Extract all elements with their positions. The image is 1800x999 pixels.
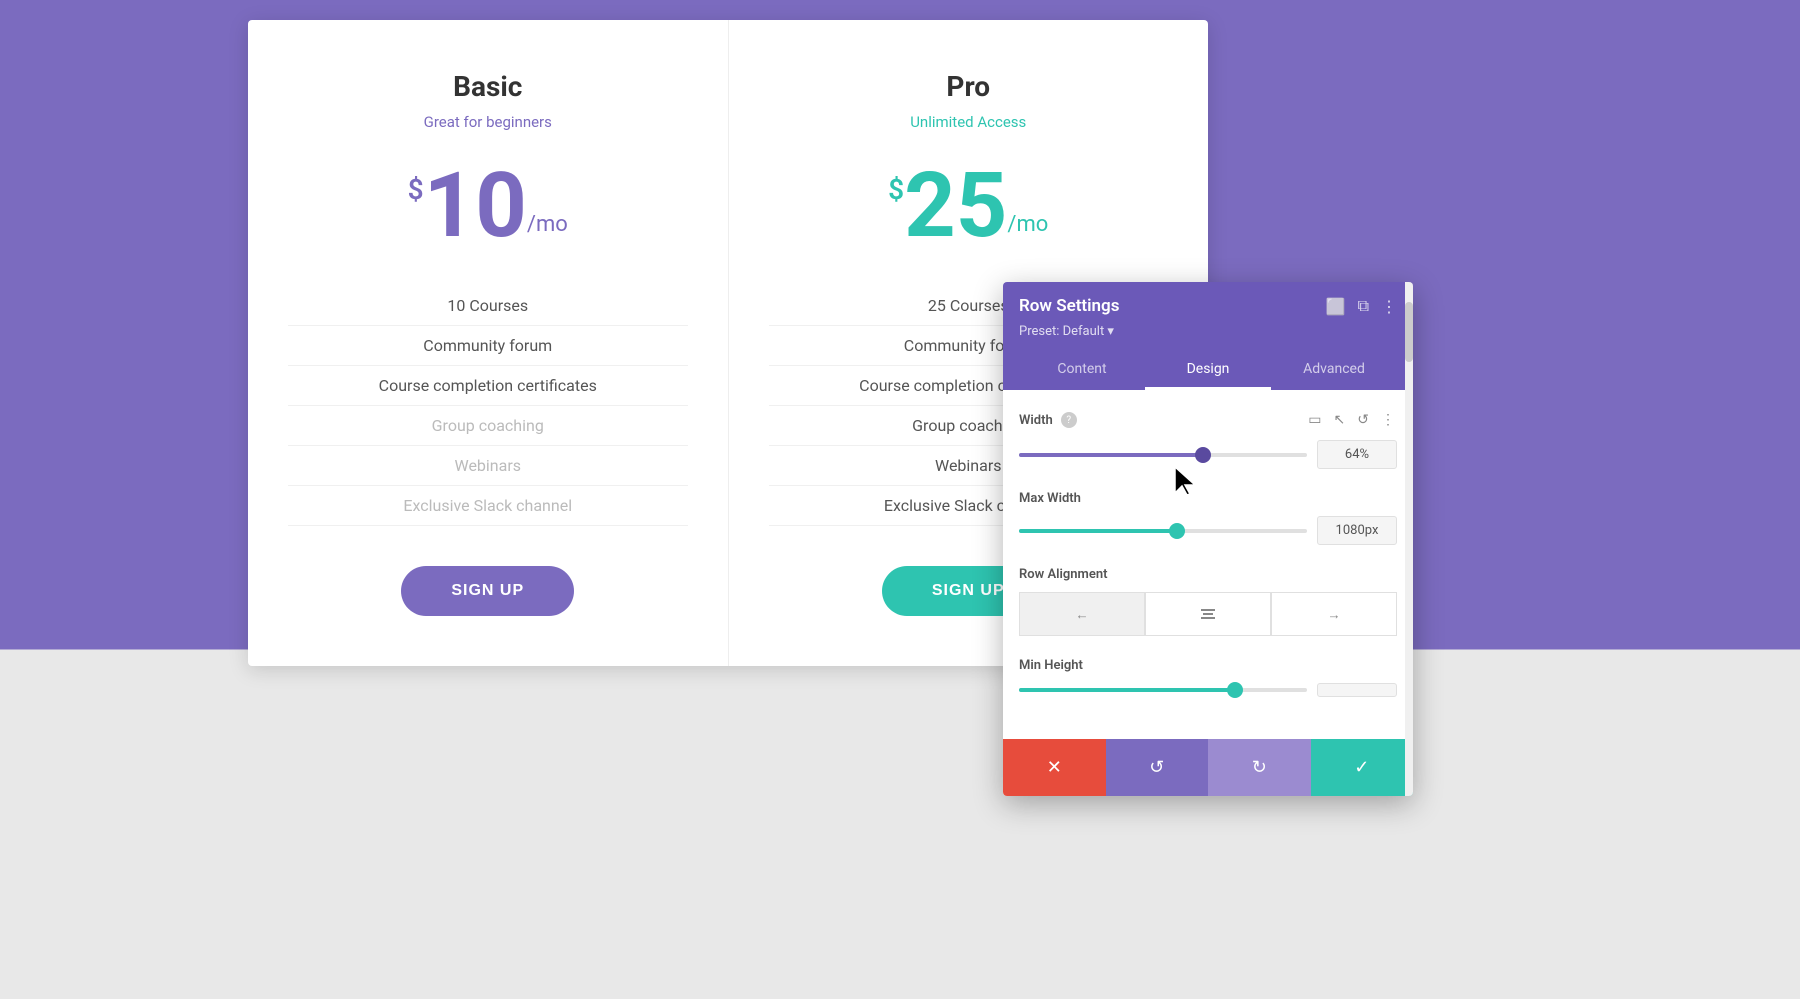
tab-content[interactable]: Content: [1019, 351, 1145, 390]
min-height-setting: Min Height: [1019, 658, 1397, 697]
fullscreen-icon[interactable]: ⬜: [1326, 297, 1346, 316]
panel-header-top: Row Settings ⬜ ⧉ ⋮: [1019, 296, 1397, 316]
pro-price-dollar: $: [888, 173, 904, 206]
basic-price-number: 10: [424, 161, 527, 251]
undo-button[interactable]: ↺: [1106, 739, 1209, 796]
align-left-button[interactable]: ←: [1019, 592, 1145, 636]
panel-body: Width ? ▭ ↖ ↺ ⋮ 64% Max Width: [1003, 390, 1413, 739]
width-tablet-icon[interactable]: ▭: [1306, 410, 1323, 430]
row-alignment-label: Row Alignment: [1019, 567, 1107, 582]
pro-price-container: $ 25 /mo: [769, 161, 1169, 251]
list-item: Community forum: [288, 326, 688, 366]
scrollbar-thumb: [1405, 302, 1413, 362]
list-item: Group coaching: [288, 406, 688, 446]
min-height-label: Min Height: [1019, 658, 1083, 673]
undo-icon: ↺: [1149, 757, 1164, 778]
align-right-button[interactable]: →: [1271, 592, 1397, 636]
align-center-icon: [1199, 605, 1217, 623]
width-reset-icon[interactable]: ↺: [1355, 410, 1371, 430]
width-label: Width: [1019, 413, 1053, 428]
width-slider-fill: [1019, 453, 1203, 457]
list-item: Course completion certificates: [288, 366, 688, 406]
min-height-label-row: Min Height: [1019, 658, 1397, 673]
basic-title: Basic: [288, 70, 688, 103]
max-width-slider-row: 1080px: [1019, 516, 1397, 545]
max-width-label-row: Max Width: [1019, 491, 1397, 506]
min-height-slider-track[interactable]: [1019, 688, 1307, 692]
tab-design[interactable]: Design: [1145, 351, 1271, 390]
panel-header-icons: ⬜ ⧉ ⋮: [1326, 296, 1397, 316]
panel-footer: ✕ ↺ ↻ ✓: [1003, 739, 1413, 796]
max-width-slider-track[interactable]: [1019, 529, 1307, 533]
min-height-value-box[interactable]: [1317, 683, 1397, 697]
pro-price-number: 25: [904, 161, 1007, 251]
more-options-icon[interactable]: ⋮: [1381, 297, 1397, 316]
width-help-icon[interactable]: ?: [1061, 412, 1077, 428]
width-more-icon[interactable]: ⋮: [1379, 410, 1397, 430]
panel-tabs: Content Design Advanced: [1019, 351, 1397, 390]
redo-icon: ↻: [1252, 757, 1267, 778]
split-icon[interactable]: ⧉: [1358, 296, 1369, 316]
max-width-setting: Max Width 1080px: [1019, 491, 1397, 545]
redo-button[interactable]: ↻: [1208, 739, 1311, 796]
width-slider-track[interactable]: [1019, 453, 1307, 457]
max-width-slider-thumb[interactable]: [1169, 523, 1185, 539]
row-settings-panel: Row Settings ⬜ ⧉ ⋮ Preset: Default ▾ Con…: [1003, 282, 1413, 796]
width-setting: Width ? ▭ ↖ ↺ ⋮ 64%: [1019, 410, 1397, 469]
list-item: Exclusive Slack channel: [288, 486, 688, 526]
basic-signup-button[interactable]: SIGN UP: [401, 566, 574, 616]
save-icon: ✓: [1354, 757, 1369, 778]
row-alignment-setting: Row Alignment ← →: [1019, 567, 1397, 636]
width-slider-thumb[interactable]: [1195, 447, 1211, 463]
row-alignment-buttons: ← →: [1019, 592, 1397, 636]
pricing-card-basic: Basic Great for beginners $ 10 /mo 10 Co…: [248, 20, 729, 666]
list-item: Webinars: [288, 446, 688, 486]
max-width-slider-fill: [1019, 529, 1177, 533]
min-height-slider-thumb[interactable]: [1227, 682, 1243, 698]
width-slider-row: 64%: [1019, 440, 1397, 469]
cancel-button[interactable]: ✕: [1003, 739, 1106, 796]
list-item: 10 Courses: [288, 286, 688, 326]
pro-subtitle: Unlimited Access: [769, 113, 1169, 131]
min-height-slider-fill: [1019, 688, 1235, 692]
align-center-button[interactable]: [1145, 592, 1271, 636]
basic-price-period: /mo: [527, 212, 568, 237]
max-width-value-box[interactable]: 1080px: [1317, 516, 1397, 545]
save-button[interactable]: ✓: [1311, 739, 1414, 796]
width-value-box[interactable]: 64%: [1317, 440, 1397, 469]
basic-price-dollar: $: [408, 173, 424, 206]
basic-price-container: $ 10 /mo: [288, 161, 688, 251]
panel-preset[interactable]: Preset: Default ▾: [1019, 324, 1397, 339]
max-width-label: Max Width: [1019, 491, 1081, 506]
basic-feature-list: 10 Courses Community forum Course comple…: [288, 286, 688, 526]
basic-subtitle: Great for beginners: [288, 113, 688, 131]
pro-title: Pro: [769, 70, 1169, 103]
pro-price-period: /mo: [1007, 212, 1048, 237]
row-alignment-label-row: Row Alignment: [1019, 567, 1397, 582]
cancel-icon: ✕: [1047, 757, 1062, 778]
width-label-row: Width ? ▭ ↖ ↺ ⋮: [1019, 410, 1397, 430]
panel-scrollbar[interactable]: [1405, 282, 1413, 796]
min-height-slider-row: [1019, 683, 1397, 697]
panel-header: Row Settings ⬜ ⧉ ⋮ Preset: Default ▾ Con…: [1003, 282, 1413, 390]
panel-title: Row Settings: [1019, 296, 1119, 316]
width-cursor-icon[interactable]: ↖: [1332, 410, 1348, 430]
tab-advanced[interactable]: Advanced: [1271, 351, 1397, 390]
